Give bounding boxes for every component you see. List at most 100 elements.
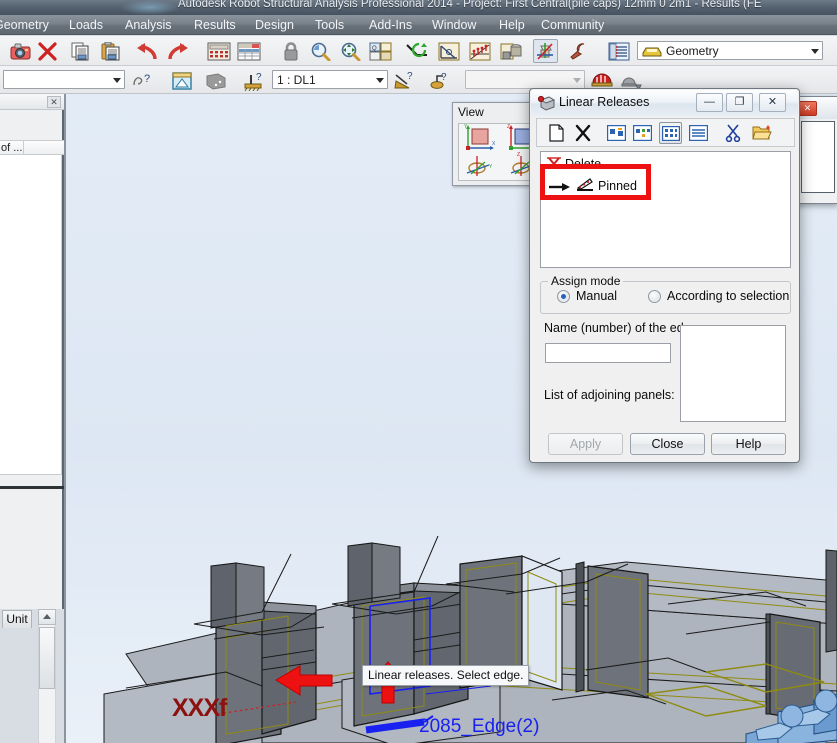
view-large-icons-icon <box>607 125 626 141</box>
camera-icon <box>10 43 31 59</box>
dialog-toolbar[interactable] <box>536 118 795 147</box>
preferences-button[interactable] <box>566 39 591 63</box>
view-large-icons-button[interactable] <box>605 122 628 144</box>
dialog-close-button[interactable]: ✕ <box>759 93 786 112</box>
copy-button[interactable] <box>68 39 93 63</box>
view-list-icon <box>661 125 680 141</box>
svg-text:Q: Q <box>372 46 377 52</box>
chevron-up-icon <box>43 614 51 619</box>
background-dialog[interactable]: ✕ <box>794 96 837 204</box>
linear-releases-dialog[interactable]: Linear Releases — ❐ ✕ Delete Pinned Assi… <box>529 88 800 463</box>
radio-manual[interactable] <box>557 290 570 303</box>
close-button[interactable]: Close <box>630 433 705 455</box>
open-library-icon <box>751 125 772 140</box>
cut-button[interactable] <box>721 122 744 144</box>
view-axes-button[interactable] <box>533 39 558 63</box>
main-toolbar[interactable]: Q Geometry <box>0 36 837 66</box>
adjoining-panels-list[interactable] <box>680 325 786 422</box>
zoom-window-button[interactable]: Q <box>368 39 393 63</box>
menu-item-help[interactable]: Help <box>497 17 527 33</box>
load-case-combo[interactable]: 1 : DL1 <box>272 70 388 89</box>
svg-text:?: ? <box>144 73 150 85</box>
background-dialog-close-icon[interactable]: ✕ <box>798 101 817 116</box>
dimension-button[interactable] <box>436 39 461 63</box>
display-button[interactable] <box>404 39 429 63</box>
undo-button[interactable] <box>134 39 159 63</box>
view-list-button[interactable] <box>659 122 682 144</box>
menu-item-design[interactable]: Design <box>253 17 296 33</box>
dialog-maximize-button[interactable]: ❐ <box>726 93 753 112</box>
extra-combo[interactable] <box>465 70 585 89</box>
paste-button[interactable] <box>98 39 123 63</box>
dialog-titlebar[interactable]: Linear Releases — ❐ ✕ <box>531 90 798 116</box>
radio-manual-label: Manual <box>576 289 617 303</box>
view-xy-icon: Y X <box>464 124 496 150</box>
layout-combo[interactable]: Geometry <box>637 41 823 60</box>
scroll-up-button[interactable] <box>38 609 56 625</box>
snapshot-button[interactable] <box>8 39 33 63</box>
delete-button[interactable] <box>35 39 60 63</box>
supports-query-button[interactable]: ? <box>242 69 267 93</box>
svg-text:?: ? <box>256 72 262 83</box>
menu-item-geometry[interactable]: Geometry <box>0 17 51 33</box>
calculator-icon <box>207 42 230 60</box>
open-library-button[interactable] <box>750 122 773 144</box>
unit-tab[interactable]: Unit <box>2 610 32 628</box>
svg-text:?: ? <box>407 71 413 82</box>
svg-text:Y: Y <box>489 164 493 170</box>
xxxf-annotation: XXXf <box>172 694 227 722</box>
select-help-button[interactable]: ? <box>129 69 154 93</box>
help-button[interactable]: Help <box>711 433 786 455</box>
menu-item-loads[interactable]: Loads <box>67 17 105 33</box>
menu-item-add-ins[interactable]: Add-Ins <box>367 17 414 33</box>
delete-definition-button[interactable] <box>571 122 594 144</box>
zoom-all-icon <box>341 42 361 61</box>
view-details-icon <box>689 125 708 141</box>
left-docked-panel[interactable]: ✕ of ... Unit <box>0 94 64 743</box>
selection-combo[interactable] <box>3 70 125 89</box>
edge-label-annotation: 2085_Edge(2) <box>419 716 540 737</box>
view-details-button[interactable] <box>687 122 710 144</box>
new-definition-button[interactable] <box>545 122 568 144</box>
menu-bar[interactable]: Geometry Loads Analysis Results Design T… <box>0 15 837 35</box>
lock-button[interactable] <box>278 39 303 63</box>
menu-item-tools[interactable]: Tools <box>313 17 346 33</box>
view-small-icons-button[interactable] <box>631 122 654 144</box>
left-panel-grid[interactable] <box>0 155 62 475</box>
zoom-button[interactable] <box>308 39 333 63</box>
calculations-button[interactable] <box>206 39 231 63</box>
diagrams-button[interactable] <box>467 39 492 63</box>
layouts-button[interactable] <box>606 39 631 63</box>
cut-scissors-icon <box>725 124 740 142</box>
sections-button[interactable] <box>498 39 523 63</box>
status-tooltip: Linear releases. Select edge. <box>362 665 530 686</box>
panel-button[interactable] <box>203 69 228 93</box>
application-window: XXXf 2085_Edge(2) Linear releases. Selec… <box>0 0 837 743</box>
left-panel-column-header[interactable]: of ... <box>0 140 64 156</box>
lock-icon <box>284 41 297 60</box>
diagram-icon <box>469 42 490 60</box>
edge-name-label: Name (number) of the edge: <box>544 321 702 335</box>
redo-button[interactable] <box>165 39 190 63</box>
zoom-all-button[interactable] <box>338 39 363 63</box>
results-table-button[interactable] <box>236 39 261 63</box>
section-icon <box>500 43 521 59</box>
section-view-button[interactable] <box>169 69 194 93</box>
apply-button[interactable]: Apply <box>548 433 623 455</box>
left-panel-divider <box>0 486 64 489</box>
menu-item-window[interactable]: Window <box>430 17 478 33</box>
chevron-down-icon <box>811 48 819 54</box>
menu-item-results[interactable]: Results <box>192 17 238 33</box>
radio-according-to-selection[interactable] <box>648 290 661 303</box>
loads-query-button[interactable]: ? <box>392 69 417 93</box>
menu-item-analysis[interactable]: Analysis <box>123 17 174 33</box>
scrollbar-thumb[interactable] <box>39 627 55 689</box>
view-3d-xyz-icon: Y <box>466 156 493 176</box>
left-panel-close-icon[interactable]: ✕ <box>47 96 61 108</box>
edge-name-input[interactable] <box>545 343 671 363</box>
assign-mode-label: Assign mode <box>548 274 624 288</box>
dialog-minimize-button[interactable]: — <box>696 93 723 112</box>
menu-item-community[interactable]: Community <box>539 17 606 33</box>
releases-query-button[interactable]: ? <box>428 69 453 93</box>
new-definition-icon <box>549 124 564 142</box>
